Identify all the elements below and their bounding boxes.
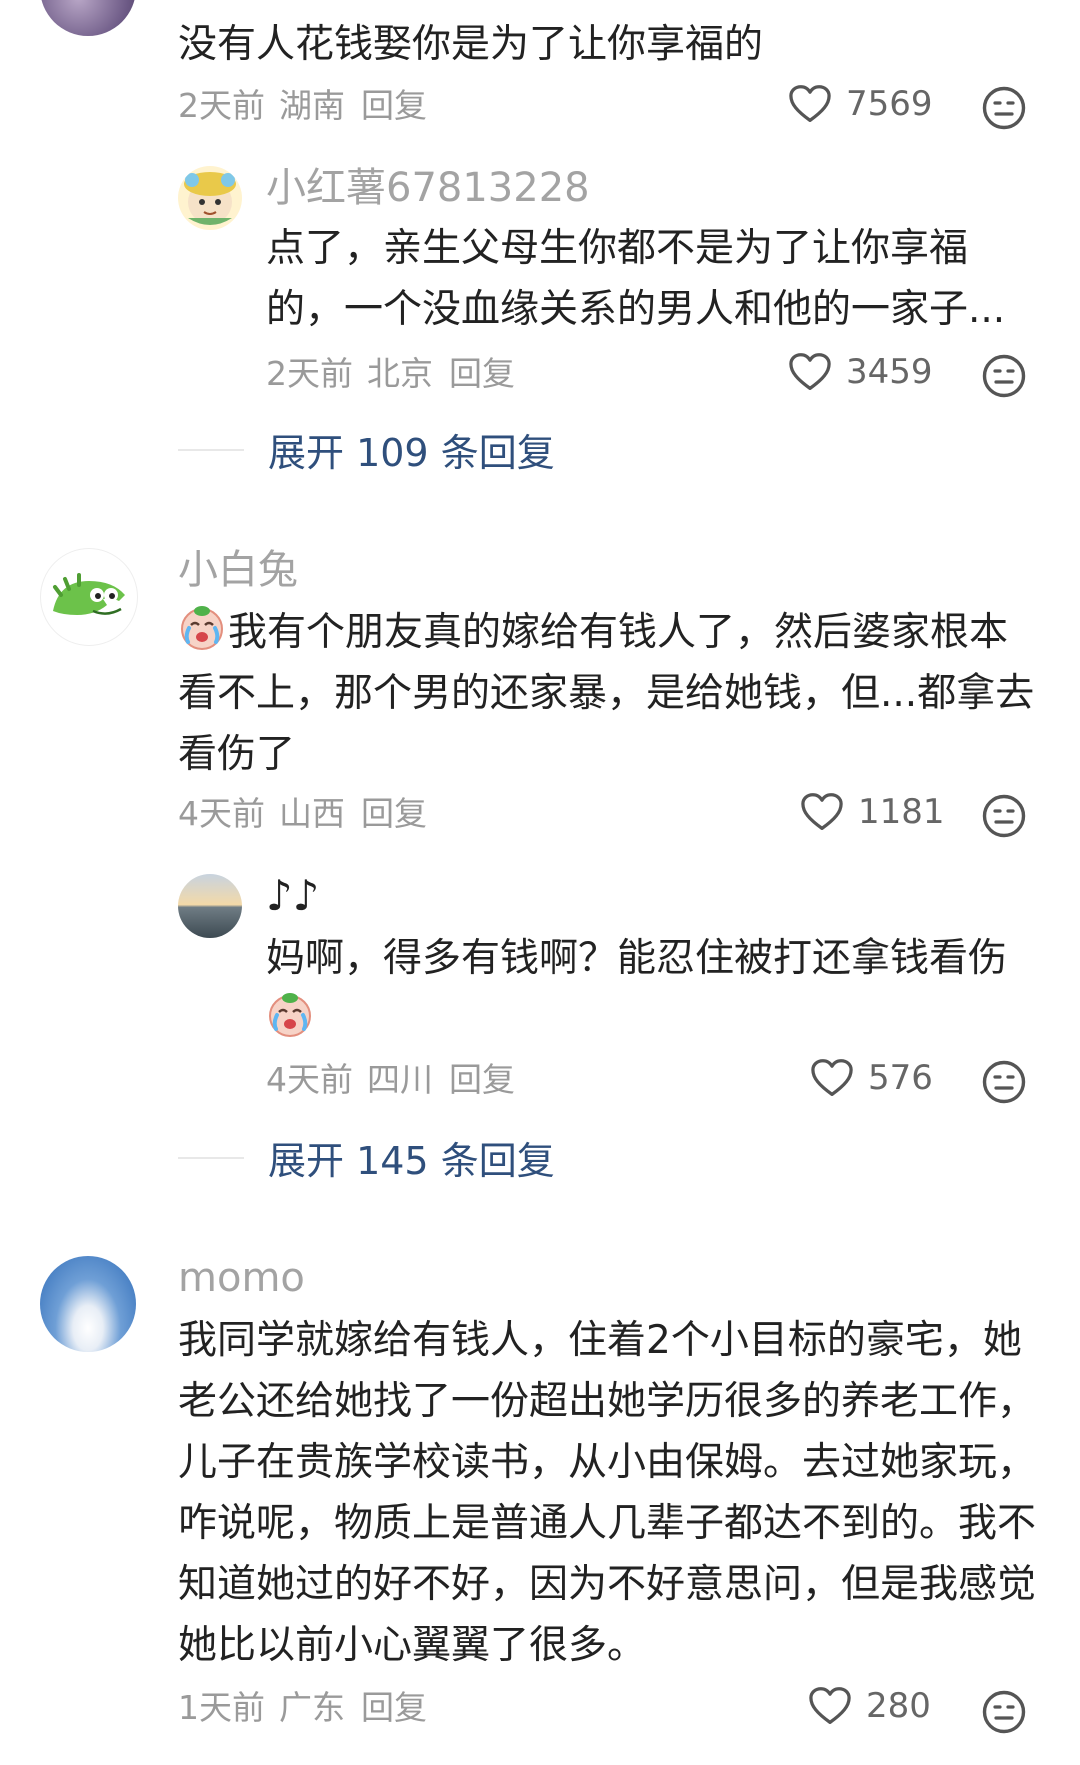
like-button[interactable]: 280 — [808, 1686, 931, 1726]
comment-region: 湖南 — [279, 86, 345, 125]
heart-outline-icon — [788, 84, 832, 124]
comment-region: 北京 — [367, 354, 433, 393]
divider — [178, 448, 244, 451]
comment-3-meta: 1天前 广东 回复 — [178, 1688, 441, 1728]
comment-time: 4天前 — [266, 1060, 353, 1099]
reply-1-text: 点了，亲生父母生你都不是为了让你享福的，一个没血缘关系的男人和他的一家子... — [266, 226, 1006, 332]
neutral-face-icon[interactable] — [982, 794, 1026, 838]
crocodile-avatar-icon — [53, 573, 125, 615]
reply-2-meta: 4天前 四川 回复 — [266, 1060, 529, 1100]
reply-2-text: 妈啊，得多有钱啊？能忍住被打还拿钱看伤 — [266, 936, 1008, 981]
comment-region: 广东 — [279, 1688, 345, 1727]
reply-button[interactable]: 回复 — [361, 86, 427, 125]
comment-2-username[interactable]: 小白兔 — [178, 546, 298, 594]
reply-1-avatar[interactable] — [178, 166, 242, 230]
neutral-face-icon[interactable] — [982, 1060, 1026, 1104]
heart-outline-icon — [788, 352, 832, 392]
like-count: 576 — [868, 1058, 933, 1098]
expand-replies-button[interactable]: 展开 145 条回复 — [178, 1130, 555, 1185]
comment-time: 1天前 — [178, 1688, 265, 1727]
cartoon-avatar-icon — [184, 172, 236, 225]
heart-outline-icon — [808, 1686, 852, 1726]
reply-1-meta: 2天前 北京 回复 — [266, 354, 529, 394]
expand-replies-button[interactable]: 展开 109 条回复 — [178, 422, 555, 477]
neutral-face-icon[interactable] — [982, 86, 1026, 130]
reply-2-text-block: 妈啊，得多有钱啊？能忍住被打还拿钱看伤 — [266, 928, 1026, 1050]
comment-3-avatar[interactable] — [40, 1256, 136, 1352]
like-button[interactable]: 3459 — [788, 352, 933, 392]
comment-1-avatar[interactable] — [40, 0, 136, 36]
reply-button[interactable]: 回复 — [361, 794, 427, 833]
heart-outline-icon — [810, 1058, 854, 1098]
expand-replies-label: 展开 145 条回复 — [268, 1139, 555, 1183]
comment-2-text-block: 我有个朋友真的嫁给有钱人了，然后婆家根本看不上，那个男的还家暴，是给她钱，但..… — [178, 602, 1038, 785]
comment-time: 2天前 — [266, 354, 353, 393]
like-button[interactable]: 7569 — [788, 84, 933, 124]
like-count: 3459 — [846, 352, 933, 392]
like-button[interactable]: 1181 — [800, 792, 945, 832]
heart-outline-icon — [800, 792, 844, 832]
crying-face-emoji — [266, 990, 314, 1038]
comment-1-text: 没有人花钱娶你是为了让你享福的 — [178, 22, 764, 67]
crying-face-emoji — [178, 603, 226, 651]
reply-2-username[interactable]: ♪♪ — [266, 872, 320, 920]
reply-button[interactable]: 回复 — [449, 1060, 515, 1099]
expand-replies-label: 展开 109 条回复 — [268, 431, 555, 475]
reply-2-avatar[interactable] — [178, 874, 242, 938]
comment-region: 四川 — [367, 1060, 433, 1099]
comment-2-avatar[interactable] — [40, 548, 138, 646]
neutral-face-icon[interactable] — [982, 1690, 1026, 1734]
neutral-face-icon[interactable] — [982, 354, 1026, 398]
like-count: 1181 — [858, 792, 945, 832]
comment-3-username[interactable]: momo — [178, 1254, 305, 1302]
comment-time: 4天前 — [178, 794, 265, 833]
comment-3-text: 我同学就嫁给有钱人，住着2个小目标的豪宅，她老公还给她找了一份超出她学历很多的养… — [178, 1318, 1037, 1668]
comment-time: 2天前 — [178, 86, 265, 125]
reply-button[interactable]: 回复 — [449, 354, 515, 393]
divider — [178, 1156, 244, 1159]
comment-2-text: 我有个朋友真的嫁给有钱人了，然后婆家根本看不上，那个男的还家暴，是给她钱，但..… — [178, 610, 1035, 777]
like-button[interactable]: 576 — [810, 1058, 933, 1098]
reply-button[interactable]: 回复 — [361, 1688, 427, 1727]
like-count: 280 — [866, 1686, 931, 1726]
reply-1-username[interactable]: 小红薯67813228 — [266, 164, 590, 212]
comment-1-meta: 2天前 湖南 回复 — [178, 86, 441, 126]
like-count: 7569 — [846, 84, 933, 124]
comment-region: 山西 — [279, 794, 345, 833]
comment-2-meta: 4天前 山西 回复 — [178, 794, 441, 834]
